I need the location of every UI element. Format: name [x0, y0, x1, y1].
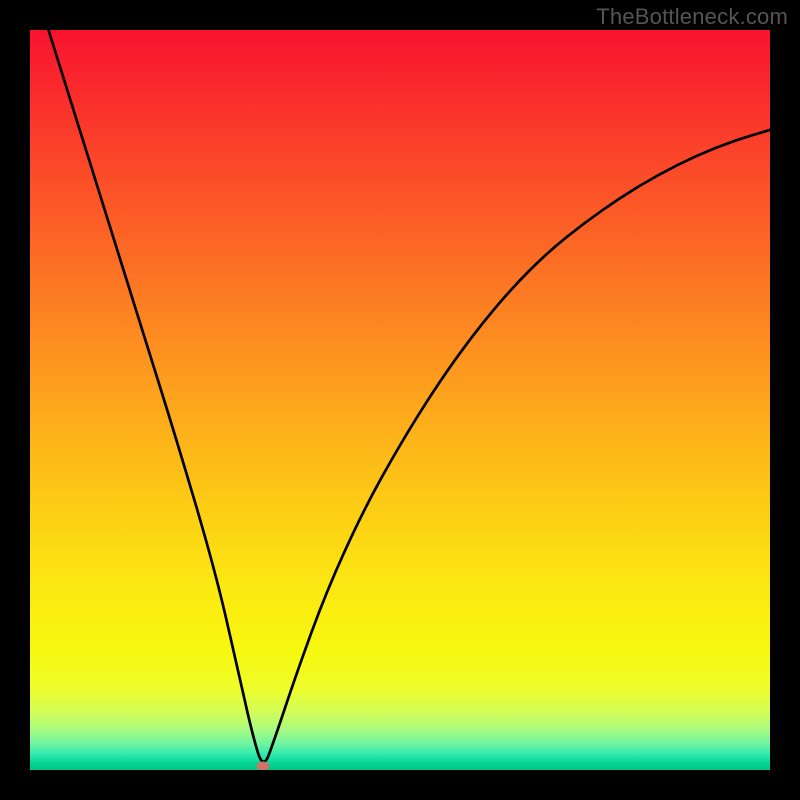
- plot-area: [30, 30, 770, 770]
- minimum-point-marker: [257, 762, 270, 770]
- bottleneck-curve: [30, 30, 770, 770]
- chart-container: TheBottleneck.com: [0, 0, 800, 800]
- site-watermark: TheBottleneck.com: [596, 4, 788, 30]
